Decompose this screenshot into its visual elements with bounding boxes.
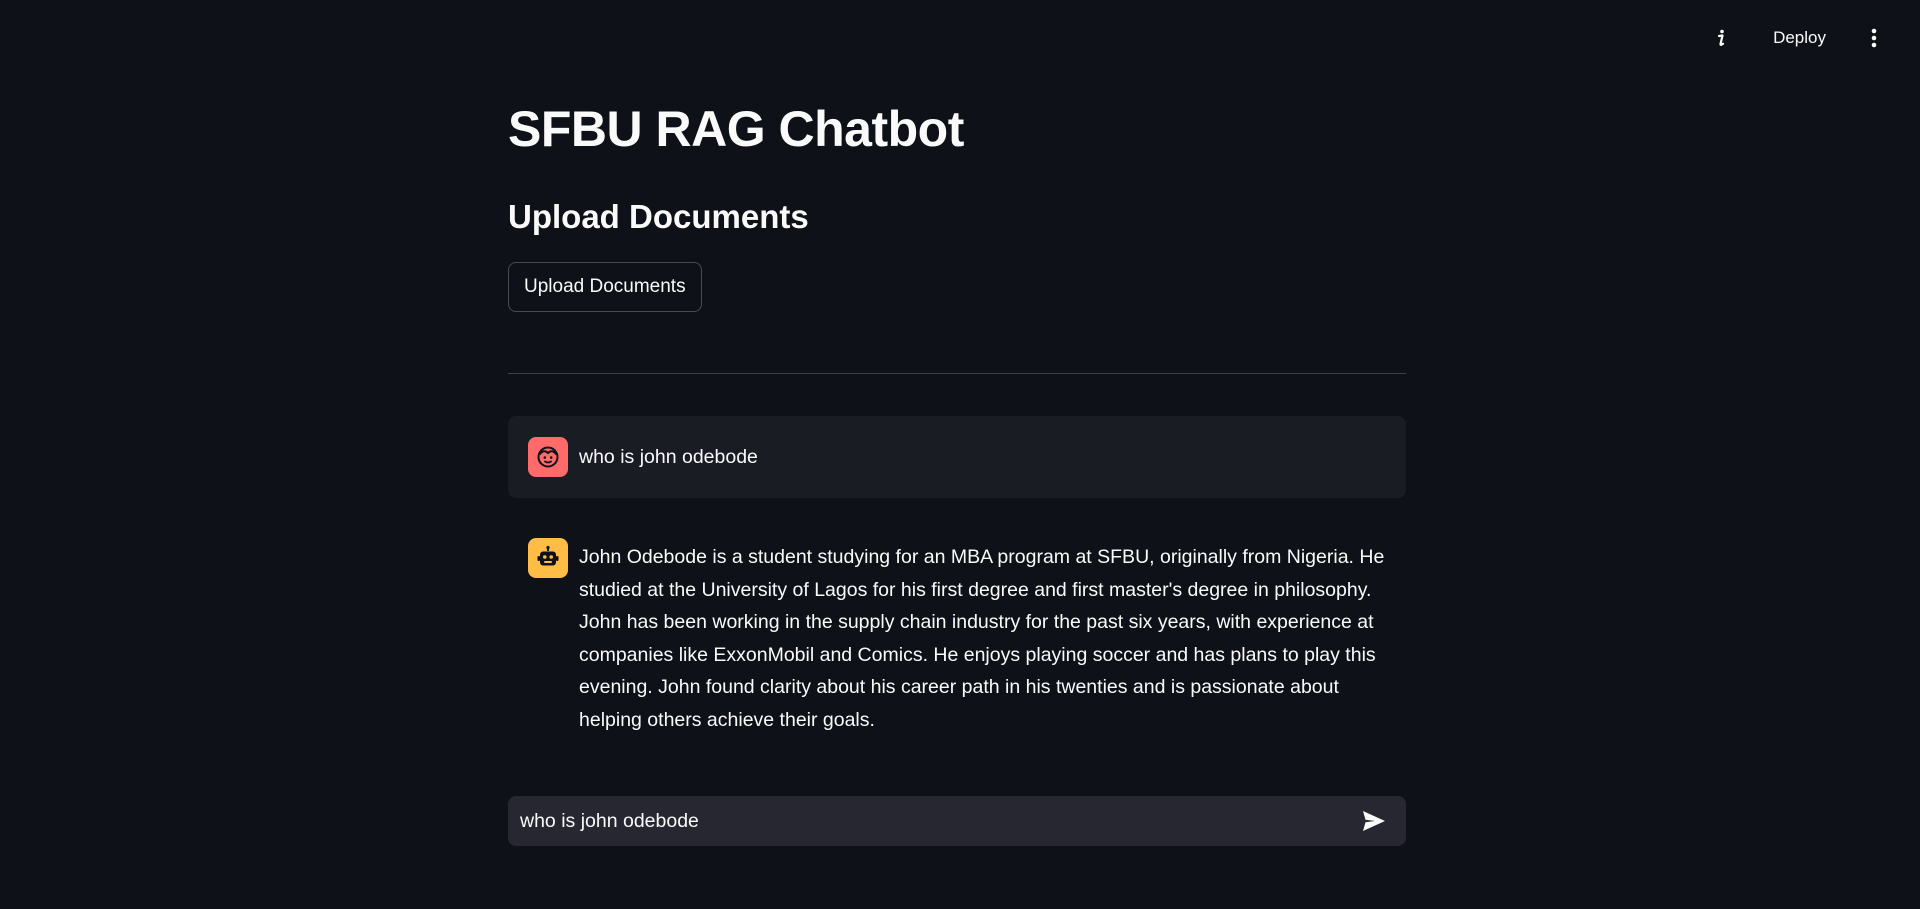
chat-message-user: who is john odebode [508, 416, 1406, 498]
info-icon[interactable] [1701, 18, 1741, 58]
upload-documents-button[interactable]: Upload Documents [508, 262, 702, 312]
page-title: SFBU RAG Chatbot [508, 101, 964, 157]
message-text: who is john odebode [579, 446, 758, 468]
user-face-icon [528, 437, 568, 477]
message-text: John Odebode is a student studying for a… [579, 546, 1385, 731]
chat-input[interactable] [520, 809, 1354, 833]
top-toolbar: Deploy [1701, 0, 1920, 76]
send-icon[interactable] [1354, 801, 1394, 841]
chat-input-container [508, 796, 1406, 846]
deploy-button[interactable]: Deploy [1759, 20, 1840, 56]
section-heading: Upload Documents [508, 198, 809, 235]
more-vertical-icon[interactable] [1854, 18, 1894, 58]
chat-message-assistant: John Odebode is a student studying for a… [508, 522, 1406, 753]
divider [508, 373, 1406, 374]
robot-icon [528, 538, 568, 578]
